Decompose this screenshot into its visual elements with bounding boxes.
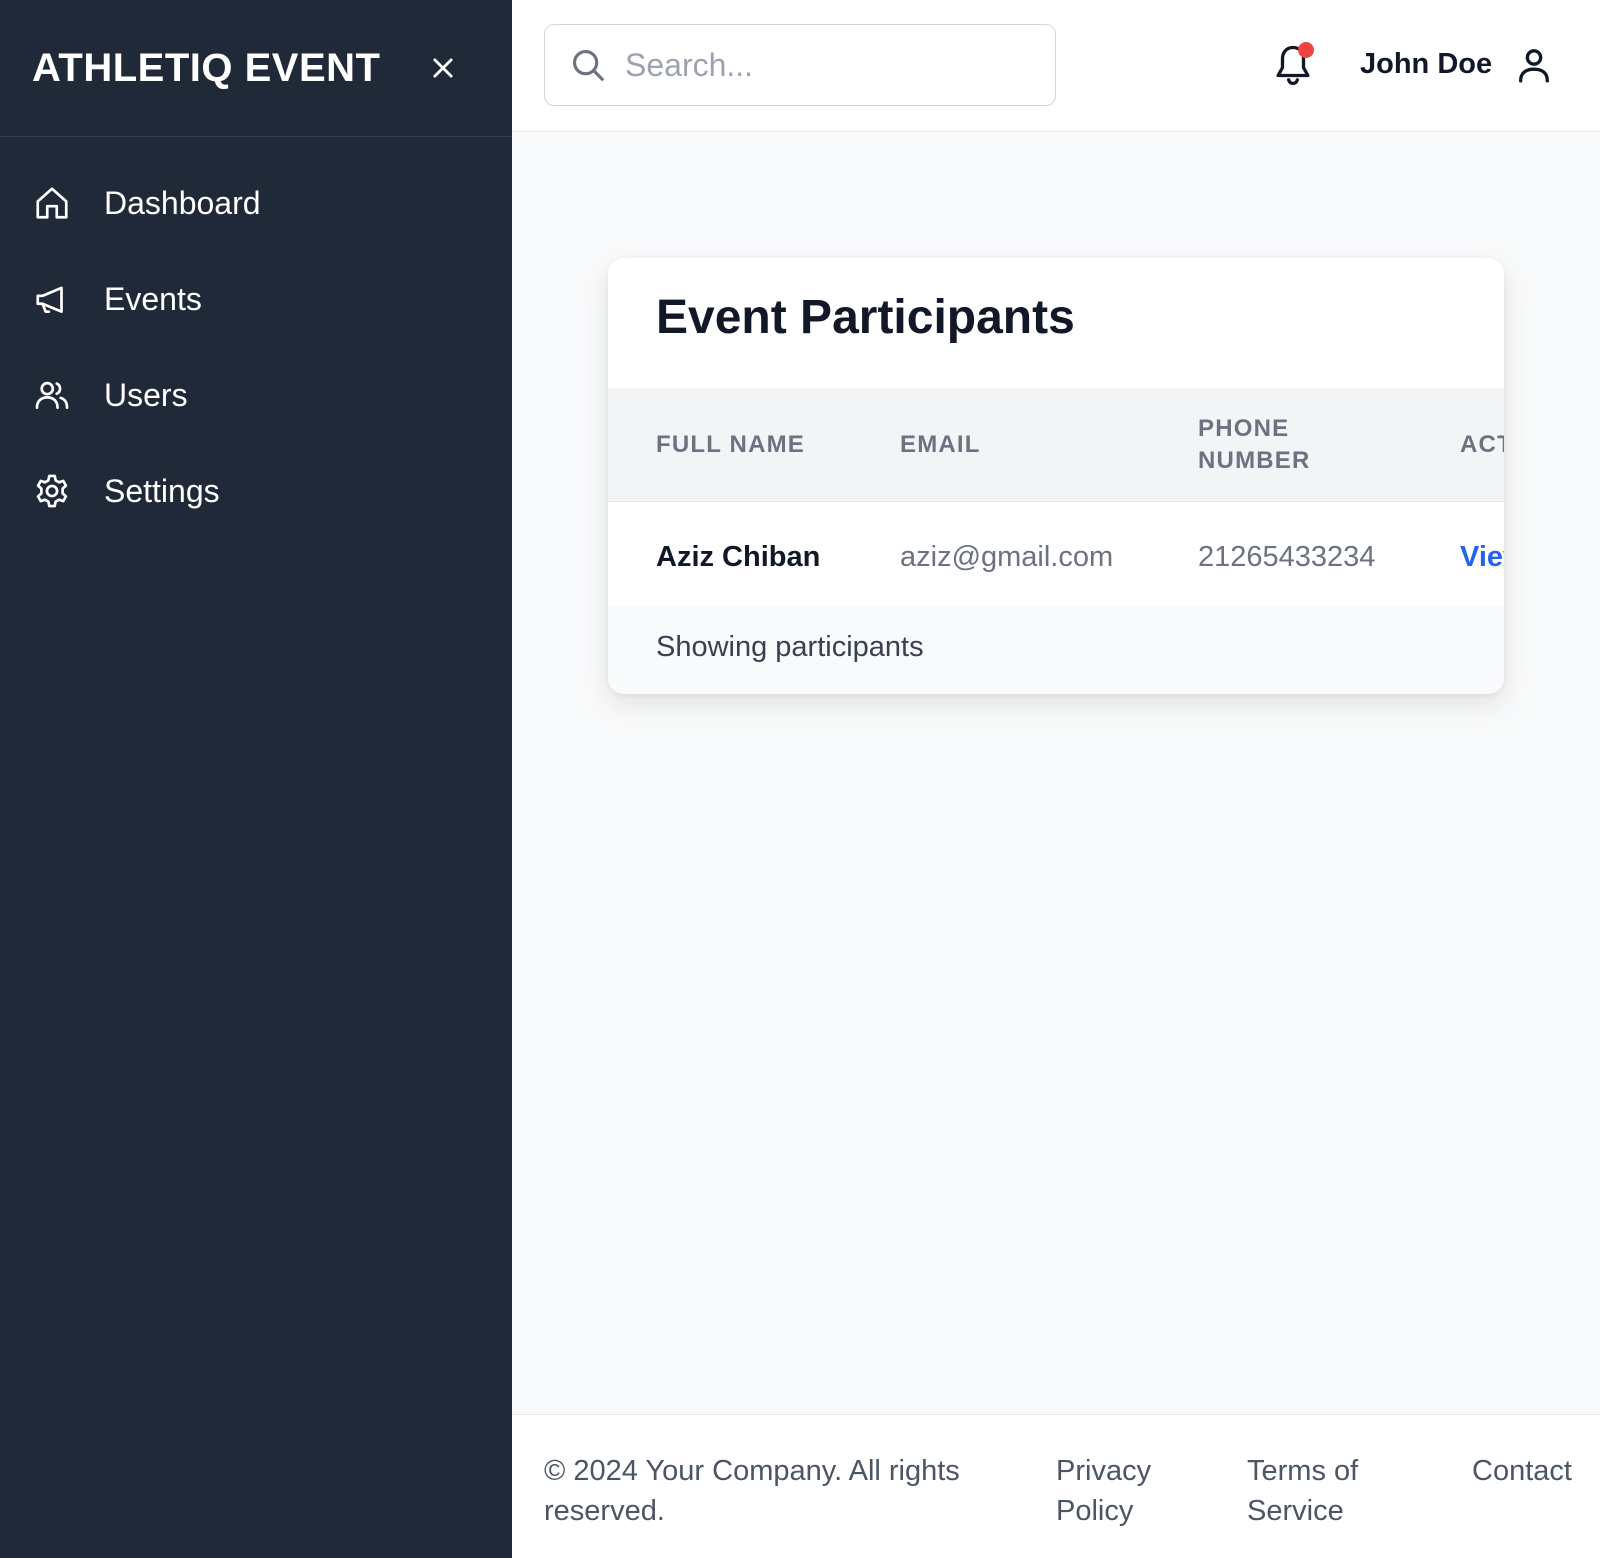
column-header-email: EMAIL — [900, 431, 981, 458]
page-footer: © 2024 Your Company. All rights reserved… — [512, 1414, 1600, 1558]
sidebar-item-users[interactable]: Users — [0, 347, 512, 443]
sidebar-nav: Dashboard Events Users Settings — [0, 137, 512, 539]
sidebar-item-events[interactable]: Events — [0, 251, 512, 347]
sidebar-item-label: Users — [104, 376, 188, 413]
sidebar: ATHLETIQ EVENT Dashboard Events Users Se… — [0, 0, 512, 1558]
close-icon — [433, 58, 453, 78]
table-header: FULL NAME EMAIL PHONE NUMBER ACT — [608, 388, 1504, 502]
sidebar-item-label: Settings — [104, 472, 220, 509]
table-footer: Showing participants — [608, 607, 1504, 694]
page-title: Event Participants — [656, 291, 1075, 344]
brand-logo-text: ATHLETIQ EVENT — [32, 45, 381, 90]
megaphone-icon — [32, 279, 72, 319]
showing-participants-text: Showing participants — [656, 631, 924, 663]
search-input[interactable] — [625, 46, 1025, 84]
gear-icon — [32, 471, 72, 511]
cell-email: aziz@gmail.com — [900, 541, 1114, 573]
user-icon — [1519, 49, 1549, 83]
column-header-full-name: FULL NAME — [656, 431, 806, 458]
cell-phone: 21265433234 — [1198, 541, 1376, 573]
search-icon — [572, 49, 604, 81]
top-bar: John Doe — [512, 0, 1600, 132]
terms-of-service-link[interactable]: Terms of Service — [1247, 1451, 1377, 1531]
copyright-text: © 2024 Your Company. All rights reserved… — [544, 1455, 960, 1527]
users-icon — [32, 375, 72, 415]
notification-badge — [1298, 42, 1314, 58]
column-header-actions: ACT — [1460, 431, 1504, 458]
sidebar-item-label: Events — [104, 280, 202, 317]
view-participant-link[interactable]: Viev — [1460, 539, 1504, 575]
contact-link[interactable]: Contact — [1472, 1451, 1572, 1491]
home-icon — [32, 183, 72, 223]
table-row: Aziz Chiban aziz@gmail.com 21265433234 V… — [608, 503, 1504, 607]
sidebar-item-settings[interactable]: Settings — [0, 443, 512, 539]
notifications-button[interactable] — [1272, 42, 1314, 88]
close-sidebar-button[interactable] — [426, 51, 460, 85]
search-box[interactable] — [544, 24, 1056, 106]
sidebar-header: ATHLETIQ EVENT — [0, 0, 512, 137]
participants-card: Event Participants FULL NAME EMAIL PHONE… — [608, 258, 1504, 694]
cell-full-name: Aziz Chiban — [656, 541, 821, 573]
sidebar-item-dashboard[interactable]: Dashboard — [0, 155, 512, 251]
user-menu-button[interactable] — [1514, 44, 1554, 86]
user-name: John Doe — [1360, 48, 1493, 80]
column-header-phone-number: PHONE NUMBER — [1198, 415, 1311, 474]
privacy-policy-link[interactable]: Privacy Policy — [1056, 1451, 1176, 1531]
sidebar-item-label: Dashboard — [104, 184, 261, 221]
